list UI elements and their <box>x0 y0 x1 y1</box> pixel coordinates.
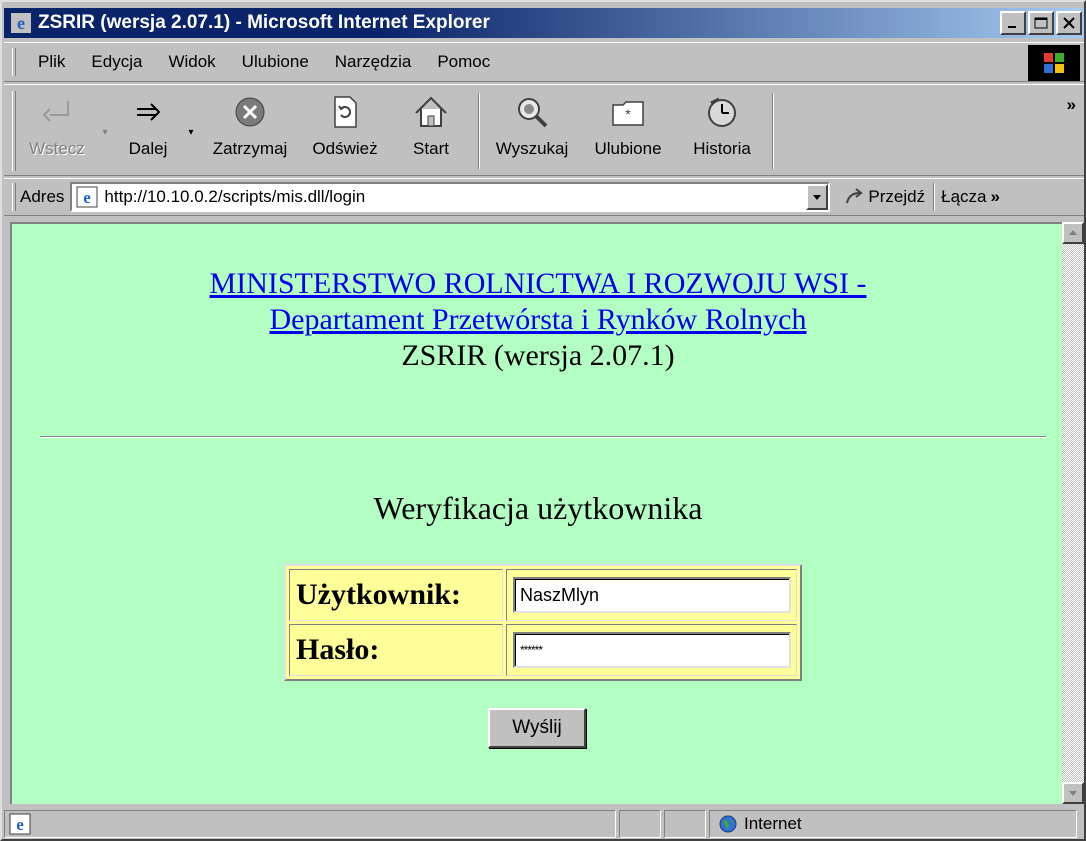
toolbar-separator <box>478 93 480 169</box>
go-button[interactable]: Przejdź <box>844 187 925 207</box>
stop-button[interactable]: Zatrzymaj <box>198 85 302 173</box>
forward-dropdown[interactable]: ▾ <box>184 127 198 138</box>
close-icon <box>1063 17 1075 29</box>
vertical-scrollbar[interactable] <box>1062 222 1084 804</box>
address-dropdown[interactable] <box>806 184 829 210</box>
scroll-down-icon <box>1069 791 1077 796</box>
status-cell-2 <box>619 809 661 838</box>
windows-flag-icon <box>1044 53 1064 73</box>
go-arrow-icon <box>846 188 864 204</box>
forward-label: Dalej <box>128 139 168 158</box>
home-label: Start <box>413 139 449 158</box>
user-input-cell: NaszMlyn <box>506 569 797 621</box>
refresh-label: Odśwież <box>312 139 378 158</box>
close-button[interactable] <box>1056 11 1082 35</box>
menu-tools[interactable]: Narzędzia <box>331 50 416 74</box>
ie-page-icon: e <box>9 813 31 834</box>
favorites-folder-icon: * <box>612 101 644 126</box>
links-label: Łącza <box>941 187 987 206</box>
forward-arrow-icon <box>137 103 161 121</box>
page-icon: e <box>76 186 98 208</box>
menu-edit[interactable]: Edycja <box>87 50 146 74</box>
page-subheading: Weryfikacja użytkownika <box>373 490 703 526</box>
address-label: Adres <box>20 187 65 206</box>
toolbar-separator-end <box>772 93 774 169</box>
menu-bar: Plik Edycja Widok Ulubione Narzędzia Pom… <box>4 42 1084 82</box>
scroll-up-icon <box>1069 230 1077 235</box>
svg-text:e: e <box>84 188 92 207</box>
stop-icon <box>235 97 265 127</box>
user-row: Użytkownik: NaszMlyn <box>289 569 797 621</box>
ministry-link-line2[interactable]: Departament Przetwórsta i Rynków Rolnych <box>12 302 1062 338</box>
refresh-button[interactable]: Odśwież <box>302 85 388 173</box>
menu-grip[interactable] <box>12 48 16 76</box>
scroll-down-button[interactable] <box>1062 782 1084 804</box>
menu-help[interactable]: Pomoc <box>433 50 494 74</box>
app-version: ZSRIR (wersja 2.07.1) <box>401 339 675 372</box>
back-arrow-icon <box>42 101 69 122</box>
zone-label: Internet <box>744 813 802 833</box>
window-title: ZSRIR (wersja 2.07.1) - Microsoft Intern… <box>38 12 490 33</box>
scroll-up-button[interactable] <box>1062 222 1084 244</box>
search-label: Wyszukaj <box>495 139 569 158</box>
links-button[interactable]: Łącza» <box>941 187 1000 207</box>
password-input[interactable]: ****** <box>513 632 791 668</box>
ministry-link-line1[interactable]: MINISTERSTWO ROLNICTWA I ROZWOJU WSI - <box>12 266 1062 302</box>
password-row: Hasło: ****** <box>289 624 797 676</box>
user-label: Użytkownik: <box>289 569 503 621</box>
stop-label: Zatrzymaj <box>212 139 288 158</box>
history-icon <box>708 97 736 127</box>
minimize-button[interactable] <box>1000 11 1026 35</box>
minimize-icon <box>1008 26 1016 28</box>
favorites-button[interactable]: * Ulubione <box>580 85 676 173</box>
status-zone: Internet <box>709 809 1077 838</box>
status-cell-3 <box>664 809 706 838</box>
back-dropdown[interactable]: ▾ <box>98 127 112 138</box>
page-content: MINISTERSTWO ROLNICTWA I ROZWOJU WSI - D… <box>10 222 1062 804</box>
status-main: e <box>4 809 616 838</box>
status-bar: e Internet <box>4 808 1084 839</box>
horizontal-rule <box>40 436 1046 438</box>
home-icon <box>415 96 447 127</box>
password-input-cell: ****** <box>506 624 797 676</box>
forward-button[interactable]: Dalej <box>112 85 184 173</box>
favorites-label: Ulubione <box>594 139 662 158</box>
globe-icon <box>719 815 737 832</box>
windows-logo <box>1028 45 1080 81</box>
title-bar[interactable]: e ZSRIR (wersja 2.07.1) - Microsoft Inte… <box>4 8 1084 38</box>
submit-button[interactable]: Wyślij <box>488 708 586 748</box>
ie-icon: e <box>11 13 31 33</box>
back-button[interactable]: Wstecz <box>16 85 98 173</box>
maximize-button[interactable] <box>1028 11 1054 35</box>
login-form-table: Użytkownik: NaszMlyn Hasło: ****** <box>284 564 802 681</box>
toolbar-overflow-chevron[interactable]: » <box>1067 95 1076 115</box>
username-input[interactable]: NaszMlyn <box>513 577 791 613</box>
history-button[interactable]: Historia <box>676 85 768 173</box>
password-label: Hasło: <box>289 624 503 676</box>
address-separator <box>933 183 936 211</box>
back-label: Wstecz <box>29 139 85 158</box>
menu-view[interactable]: Widok <box>164 50 219 74</box>
links-chevron: » <box>990 187 1000 206</box>
browser-window: e ZSRIR (wersja 2.07.1) - Microsoft Inte… <box>0 0 1086 841</box>
chevron-down-icon <box>813 195 822 200</box>
address-grip[interactable] <box>12 183 16 211</box>
svg-text:e: e <box>16 815 24 834</box>
search-button[interactable]: Wyszukaj <box>484 85 580 173</box>
standard-toolbar: Wstecz ▾ Dalej ▾ Zatrzymaj Odśwież Start… <box>4 84 1084 176</box>
address-url: http://10.10.0.2/scripts/mis.dll/login <box>104 187 366 206</box>
menu-favorites[interactable]: Ulubione <box>238 50 313 74</box>
history-label: Historia <box>693 139 751 158</box>
svg-text:e: e <box>17 13 25 33</box>
svg-text:*: * <box>625 106 631 122</box>
search-icon <box>518 98 548 128</box>
address-bar: Adres e http://10.10.0.2/scripts/mis.dll… <box>4 178 1084 216</box>
maximize-icon <box>1034 17 1048 29</box>
menu-file[interactable]: Plik <box>34 50 69 74</box>
refresh-icon <box>334 96 357 128</box>
go-label: Przejdź <box>868 187 926 206</box>
address-input[interactable]: e http://10.10.0.2/scripts/mis.dll/login <box>70 182 831 212</box>
home-button[interactable]: Start <box>388 85 474 173</box>
